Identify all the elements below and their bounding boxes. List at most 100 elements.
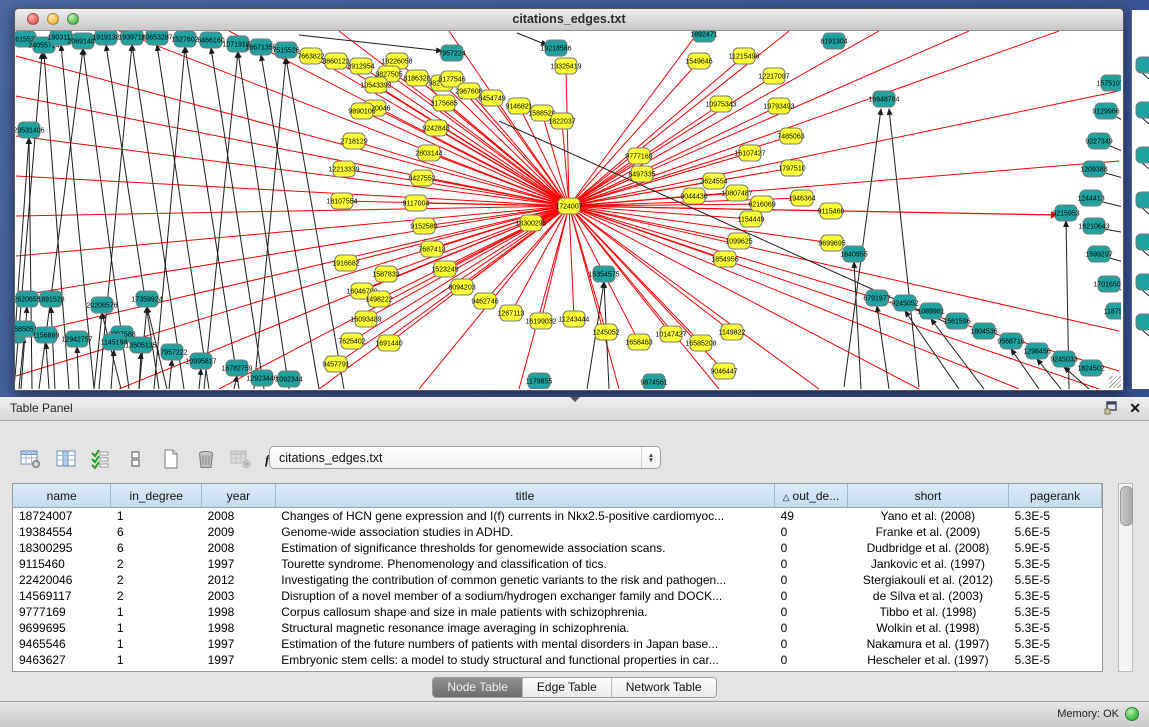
graph-edge[interactable] — [185, 47, 239, 389]
graph-node-label: 7957224 — [438, 51, 465, 58]
graph-edge[interactable] — [16, 96, 569, 206]
graph-node[interactable] — [1136, 57, 1149, 73]
graph-edge[interactable] — [77, 347, 79, 389]
graph-node-label: 7663822 — [297, 54, 324, 61]
graph-edge[interactable] — [234, 376, 237, 389]
graph-edge[interactable] — [569, 61, 699, 206]
table-row[interactable]: 911546021997Tourette syndrome. Phenomeno… — [13, 556, 1102, 572]
graph-edge[interactable] — [199, 369, 201, 389]
graph-node-label: 1691440 — [375, 341, 402, 348]
graph-edge[interactable] — [157, 45, 209, 389]
column-header-short[interactable]: short — [847, 484, 1008, 508]
status-bar: Memory: OK — [0, 701, 1149, 727]
table-row[interactable]: 1830029562008Estimation of significance … — [13, 540, 1102, 556]
scrollbar-thumb[interactable] — [1120, 486, 1133, 526]
graph-node-label: 12942757 — [61, 337, 92, 344]
node-table[interactable]: namein_degreeyeartitle△out_de...shortpag… — [12, 483, 1103, 672]
graph-edge[interactable] — [889, 109, 919, 387]
graph-node-label: 7485063 — [777, 134, 804, 141]
graph-edge[interactable] — [569, 206, 1119, 331]
graph-edge[interactable] — [569, 206, 819, 389]
graph-edge[interactable] — [375, 108, 569, 206]
table-row[interactable]: 2242004622012Investigating the contribut… — [13, 572, 1102, 588]
graph-edge[interactable] — [94, 313, 102, 389]
tab-node-table[interactable]: Node Table — [433, 678, 523, 697]
table-cell: 0 — [775, 556, 848, 572]
table-row[interactable]: 1872400712008Changes of HCN gene express… — [13, 508, 1102, 525]
rows-icon[interactable] — [123, 447, 149, 471]
table-selector-dropdown[interactable]: citations_edges.txt ▲▼ — [269, 446, 661, 469]
table-cell: 2008 — [202, 508, 276, 525]
graph-node-label: 9890106 — [348, 109, 375, 116]
network-graph-canvas[interactable]: 1724007261552824055724190311320691406191… — [15, 31, 1121, 389]
graph-edge[interactable] — [211, 48, 264, 389]
graph-edge[interactable] — [299, 35, 442, 51]
graph-edge[interactable] — [429, 153, 569, 206]
table-row[interactable]: 946554611997Estimation of the future num… — [13, 636, 1102, 652]
table-vertical-scrollbar[interactable] — [1118, 483, 1133, 672]
tab-edge-table[interactable]: Edge Table — [523, 678, 612, 697]
graph-edge[interactable] — [877, 306, 889, 389]
graph-node[interactable] — [1136, 147, 1149, 163]
graph-edge[interactable] — [854, 262, 861, 389]
table-settings-icon[interactable] — [18, 447, 44, 471]
column-header-in_degree[interactable]: in_degree — [111, 484, 202, 508]
close-panel-icon[interactable]: ✕ — [1129, 400, 1141, 416]
float-panel-icon[interactable] — [1104, 401, 1119, 415]
table-cell: Tibbo et al. (1998) — [847, 604, 1008, 620]
column-header-year[interactable]: year — [202, 484, 276, 508]
table-row[interactable]: 969969511998Structural magnetic resonanc… — [13, 620, 1102, 636]
graph-edge[interactable] — [569, 206, 1019, 389]
graph-edge[interactable] — [16, 206, 569, 216]
graph-node-label: 1298456 — [1023, 349, 1050, 356]
graph-node[interactable] — [1136, 234, 1149, 250]
network-view-window[interactable]: citations_edges.txt 17240072615528240557… — [14, 8, 1124, 391]
row-select-icon[interactable] — [88, 447, 114, 471]
table-row[interactable]: 977716911998Corpus callosum shape and si… — [13, 604, 1102, 620]
graph-node-label: 1919138 — [92, 35, 119, 42]
graph-node[interactable] — [1136, 192, 1149, 208]
graph-node-label: 10147427 — [655, 332, 686, 339]
graph-edge[interactable] — [517, 33, 547, 45]
graph-edge[interactable] — [16, 136, 569, 206]
graph-edge[interactable] — [204, 52, 238, 389]
graph-edge[interactable] — [169, 360, 172, 389]
graph-node-label: 9146821 — [505, 104, 532, 111]
graph-node[interactable] — [1136, 102, 1149, 118]
graph-edge[interactable] — [519, 206, 569, 389]
graph-edge[interactable] — [51, 307, 55, 389]
graph-node-label: 10975343 — [705, 102, 736, 109]
graph-node-label: 1154449 — [738, 217, 765, 224]
column-header-out_de[interactable]: △out_de... — [775, 484, 848, 508]
graph-edge[interactable] — [16, 206, 569, 296]
graph-edge[interactable] — [344, 169, 569, 206]
window-titlebar[interactable]: citations_edges.txt — [15, 9, 1123, 31]
graph-node-label: 9227349 — [1085, 139, 1112, 146]
tab-network-table[interactable]: Network Table — [612, 678, 716, 697]
graph-edge[interactable] — [569, 206, 619, 389]
graph-node-label: 9242848 — [422, 126, 449, 133]
table-cell: Investigating the contribution of common… — [275, 572, 774, 588]
graph-edge[interactable] — [21, 307, 27, 389]
split-pane-grip-icon[interactable] — [570, 397, 580, 402]
graph-node-label: 1599297 — [1085, 252, 1112, 259]
column-header-pagerank[interactable]: pagerank — [1009, 484, 1102, 508]
column-header-title[interactable]: title — [275, 484, 774, 508]
column-select-icon[interactable] — [53, 447, 79, 471]
table-delete-icon[interactable] — [228, 447, 254, 471]
window-resize-grip[interactable] — [1109, 376, 1121, 388]
graph-node[interactable] — [1136, 274, 1149, 290]
graph-edge[interactable] — [569, 206, 1058, 215]
new-document-icon[interactable] — [158, 447, 184, 471]
graph-node[interactable] — [1136, 314, 1149, 330]
table-row[interactable]: 946362711997Embryonic stem cells: a mode… — [13, 652, 1102, 668]
graph-edge[interactable] — [16, 56, 569, 206]
graph-edge[interactable] — [16, 206, 569, 336]
memory-status-icon[interactable] — [1125, 707, 1139, 721]
delete-trash-icon[interactable] — [193, 447, 219, 471]
table-row[interactable]: 1938455462009Genome-wide association stu… — [13, 524, 1102, 540]
graph-node-label: 9874561 — [640, 380, 667, 387]
background-network-window[interactable] — [1131, 10, 1149, 389]
column-header-name[interactable]: name — [13, 484, 111, 508]
table-row[interactable]: 1456911722003Disruption of a novel membe… — [13, 588, 1102, 604]
